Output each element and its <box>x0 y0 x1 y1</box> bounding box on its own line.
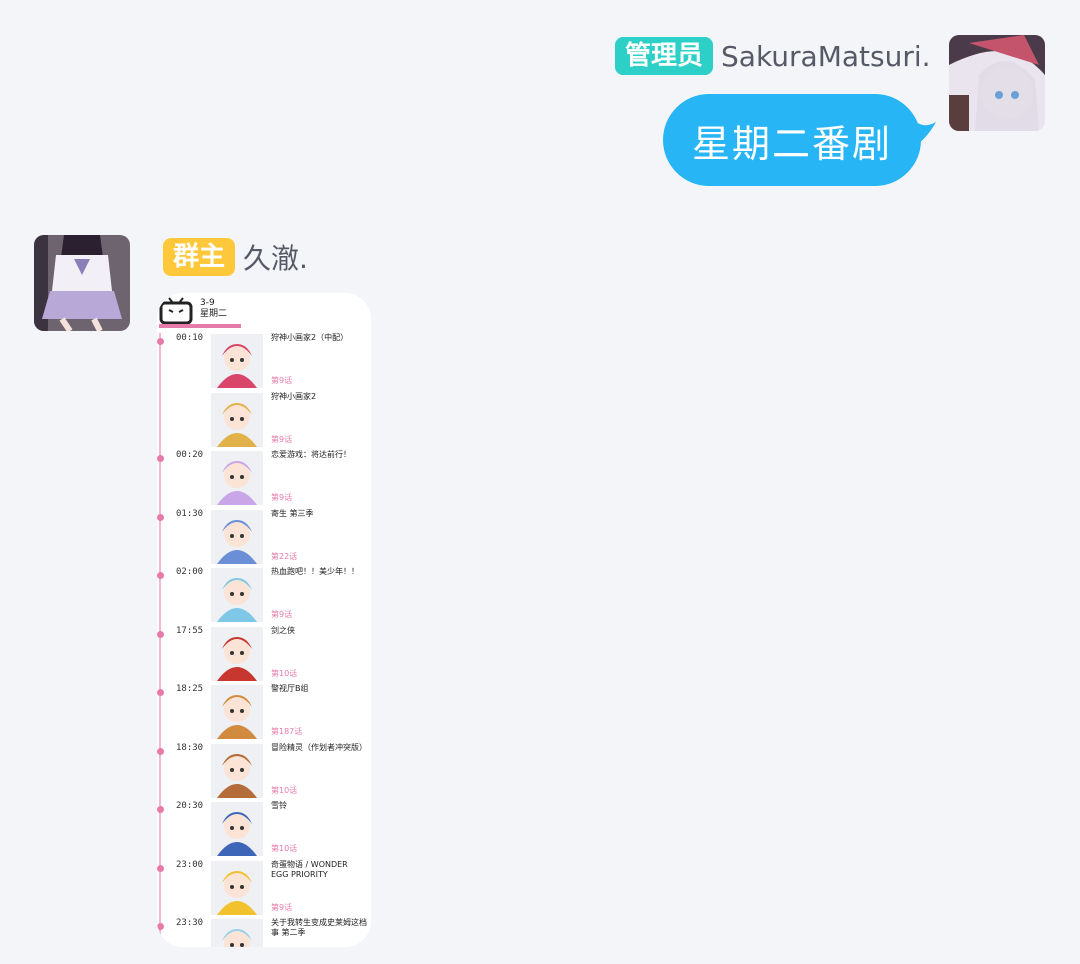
episode-label: 第9话 <box>271 610 293 619</box>
anime-thumbnail <box>211 451 263 505</box>
episode-label: 第187话 <box>271 727 303 736</box>
anime-thumbnail <box>211 860 263 915</box>
schedule-entry: 狩神小画家2 第9话 <box>157 392 371 448</box>
air-time: 00:10 <box>176 333 204 343</box>
timeline-dot <box>157 747 164 755</box>
air-time: 17:55 <box>176 625 204 636</box>
schedule-date: 3-9 <box>200 298 215 308</box>
episode-label: 第9话 <box>271 434 293 444</box>
episode-label: 第9话 <box>271 376 293 385</box>
anime-title: 恋爱游戏：将达前行！ <box>271 450 351 459</box>
air-time: 23:00 <box>176 859 204 870</box>
episode-label: 第10话 <box>271 785 298 795</box>
air-time: 00:20 <box>176 450 204 460</box>
bilibili-tv-icon <box>159 297 193 325</box>
message-bubble-outgoing[interactable]: 星期二番剧 <box>663 94 921 186</box>
header-underline <box>159 324 241 328</box>
anime-title: 狩神小画家2 <box>271 391 317 401</box>
timeline-dot <box>157 689 164 696</box>
sender-name-row-owner: 群主 久澈. <box>163 237 308 277</box>
schedule-entry: 00:10 狩神小画家2（中配） 第9话 <box>157 333 371 389</box>
schedule-entry: 01:30 寄生 第三季 第22话 <box>157 509 371 565</box>
anime-title: 热血跑吧！！美少年！！ <box>271 567 359 576</box>
schedule-entry: 20:30 雪铃第10话 <box>157 801 371 857</box>
timeline-dot <box>157 923 164 930</box>
sender-nickname[interactable]: SakuraMatsuri. <box>721 40 931 73</box>
schedule-entry: 02:00 热血跑吧！！美少年！！ 第9话 <box>157 567 371 623</box>
schedule-entry: 18:25 警视厅B组第187话 <box>157 684 371 740</box>
sender-avatar-admin[interactable] <box>949 35 1045 131</box>
schedule-entry: 23:30 关于我转生变成史莱姆这档事 第二季 <box>157 918 371 947</box>
anime-title: 关于我转生变成史莱姆这档事 第二季 <box>271 918 367 937</box>
episode-label: 第9话 <box>271 493 293 502</box>
anime-title: 冒险精灵（作划者冲突版） <box>271 742 367 752</box>
anime-thumbnail <box>211 334 263 388</box>
episode-label: 第10话 <box>271 844 298 853</box>
anime-title: 狩神小画家2（中配） <box>271 333 349 342</box>
timeline-dot <box>157 864 164 872</box>
owner-role-badge: 群主 <box>163 238 236 276</box>
air-time: 18:25 <box>176 684 204 694</box>
anime-thumbnail <box>211 919 263 947</box>
anime-title: 奇蛋物语 / WONDER EGG PRIORITY <box>271 859 348 879</box>
anime-thumbnail <box>211 685 263 739</box>
episode-label: 第22话 <box>271 551 298 561</box>
anime-title: 警视厅B组 <box>271 684 309 693</box>
air-time: 18:30 <box>176 742 204 753</box>
timeline-dot <box>157 806 164 813</box>
schedule-entry: 00:20 恋爱游戏：将达前行！ 第9话 <box>157 450 371 506</box>
schedule-header: 3-9 星期二 <box>157 293 371 329</box>
sender-avatar-owner[interactable] <box>34 235 130 331</box>
anime-thumbnail <box>211 626 263 681</box>
anime-title: 寄生 第三季 <box>271 508 314 518</box>
shared-image-schedule[interactable]: 3-9 星期二 00:10 狩神小画家2（中配） 第9话 狩神小画家2 第9话 00:20… <box>157 293 371 947</box>
air-time: 20:30 <box>176 801 204 811</box>
schedule-entry: 17:55 剑之侠第10话 <box>157 626 371 682</box>
air-time: 02:00 <box>176 567 204 577</box>
anime-thumbnail <box>211 802 263 856</box>
schedule-entry: 23:00 奇蛋物语 / WONDER EGG PRIORITY 第9话 <box>157 860 371 916</box>
schedule-entry: 18:30 冒险精灵（作划者冲突版） 第10话 <box>157 743 371 799</box>
timeline-dot <box>157 513 164 521</box>
episode-label: 第10话 <box>271 668 298 678</box>
anime-thumbnail <box>211 568 263 622</box>
timeline-dot <box>157 455 164 462</box>
admin-role-badge: 管理员 <box>615 37 714 75</box>
anime-thumbnail <box>211 743 263 798</box>
timeline-dot <box>157 572 164 579</box>
timeline-dot <box>157 630 164 638</box>
air-time: 01:30 <box>176 508 204 519</box>
anime-title: 剑之侠 <box>271 625 295 635</box>
anime-thumbnail <box>211 392 263 447</box>
bubble-tail-icon <box>912 118 936 148</box>
sender-nickname[interactable]: 久澈. <box>243 237 308 277</box>
anime-title: 雪铃 <box>271 801 287 810</box>
air-time: 23:30 <box>176 918 204 928</box>
episode-label: 第9话 <box>271 902 293 912</box>
sender-name-row-admin: 管理员 SakuraMatsuri. <box>615 37 931 75</box>
schedule-weekday: 星期二 <box>200 309 228 319</box>
timeline-dot <box>157 338 164 345</box>
anime-thumbnail <box>211 509 263 564</box>
